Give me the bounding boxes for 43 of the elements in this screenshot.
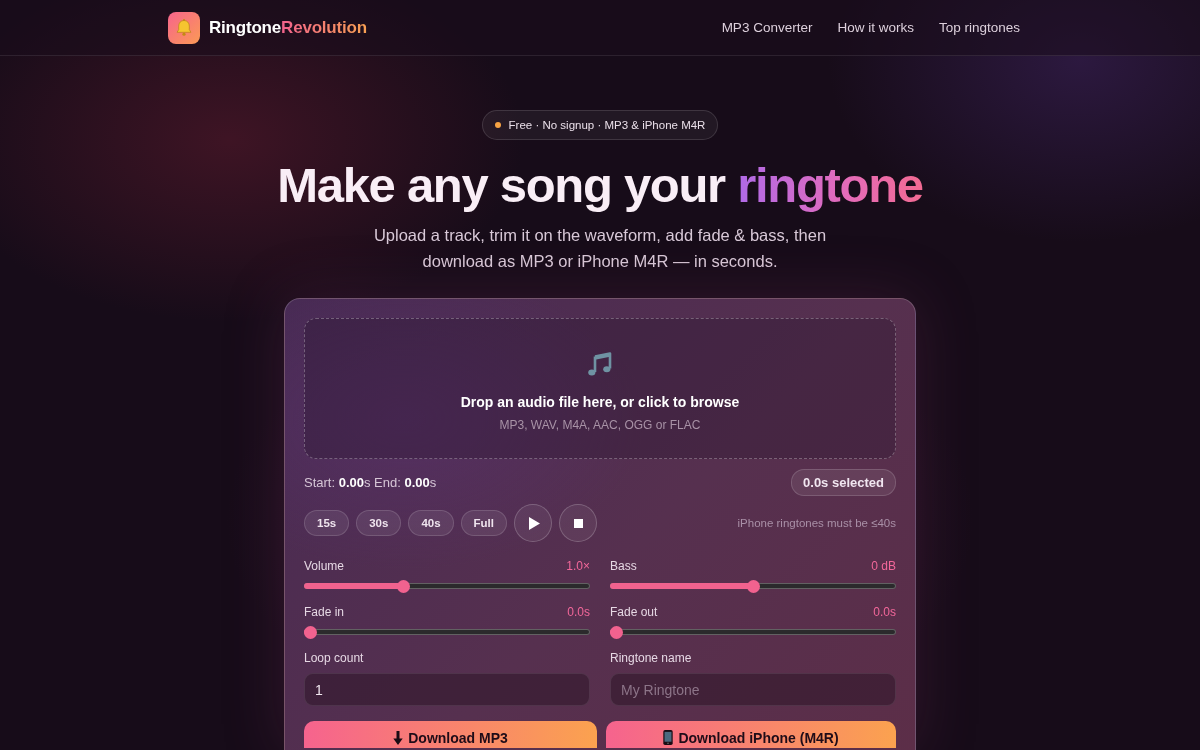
slider-handle[interactable] bbox=[610, 625, 623, 639]
download-arrow-icon bbox=[393, 730, 404, 745]
slider-value: 0.0s bbox=[873, 605, 896, 619]
subtitle: Upload a track, trim it on the waveform, add fade & bass, then download as MP3 or iPhone M4R — in seconds. bbox=[372, 225, 828, 272]
slider-handle[interactable] bbox=[304, 625, 317, 639]
slider-handle[interactable] bbox=[396, 579, 410, 593]
dot-icon bbox=[494, 122, 501, 128]
nav-link[interactable]: Top ringtones bbox=[938, 20, 1020, 35]
drop-zone[interactable]: Drop an audio file here, or click to browse MP3, WAV, M4A, AAC, OGG or FLAC bbox=[304, 318, 896, 459]
slider-label: Fade in bbox=[304, 605, 345, 619]
field-label: Loop count bbox=[304, 651, 365, 667]
supported-formats: MP3, WAV, M4A, AAC, OGG or FLAC bbox=[499, 418, 701, 432]
stop-icon bbox=[573, 518, 583, 528]
preset-button[interactable]: 30s bbox=[356, 510, 402, 536]
stop-button[interactable] bbox=[559, 504, 597, 542]
slider-label: Fade out bbox=[610, 605, 658, 619]
download-button[interactable]: Download iPhone (M4R) bbox=[606, 721, 896, 748]
slider-value: 0.0s bbox=[567, 605, 590, 619]
slider-handle[interactable] bbox=[746, 579, 760, 593]
play-icon bbox=[528, 516, 540, 530]
phone-icon bbox=[663, 730, 674, 745]
slider-value: 0 dB bbox=[871, 559, 896, 573]
music-note-icon bbox=[586, 350, 614, 378]
slider-label: Volume bbox=[304, 559, 345, 573]
preset-button[interactable]: 15s bbox=[304, 510, 350, 536]
slider-label: Bass bbox=[610, 559, 637, 573]
preset-button[interactable]: 40s bbox=[408, 510, 454, 536]
duration-hint: iPhone ringtones must be ≤40s bbox=[737, 517, 896, 529]
preset-button[interactable]: Full bbox=[460, 510, 507, 536]
field-label: Ringtone name bbox=[610, 651, 693, 667]
slider-value: 1.0× bbox=[566, 559, 590, 573]
selection-duration: 0.0s selected bbox=[791, 468, 896, 496]
nav-link[interactable]: How it works bbox=[837, 20, 914, 35]
bell-icon bbox=[168, 11, 200, 44]
input-field[interactable]: My Ringtone bbox=[610, 673, 896, 706]
input-field[interactable]: 1 bbox=[304, 673, 590, 706]
selection-times: Start: 0.00s End: 0.00s bbox=[304, 474, 437, 490]
nav-link[interactable]: MP3 Converter bbox=[721, 20, 813, 35]
download-button[interactable]: Download MP3 bbox=[304, 721, 597, 748]
headline: Make any song your ringtone bbox=[277, 157, 923, 214]
drop-zone-title: Drop an audio file here, or click to browse bbox=[460, 394, 740, 410]
play-button[interactable] bbox=[514, 504, 552, 542]
badge-text: Free · No signup · MP3 & iPhone M4R bbox=[508, 119, 706, 131]
